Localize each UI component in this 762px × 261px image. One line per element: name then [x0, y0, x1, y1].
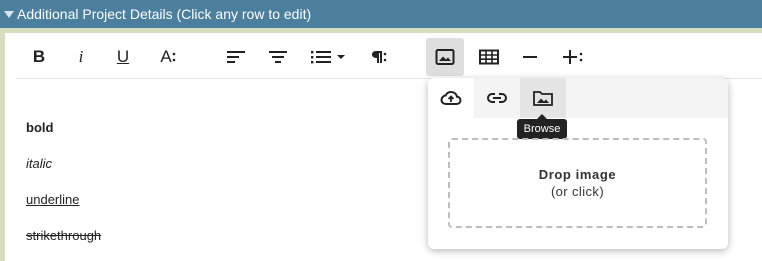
minus-icon [523, 56, 537, 58]
content-line-bold: bold [26, 120, 54, 135]
image-folder-icon [533, 91, 553, 106]
underline-icon: U [116, 47, 130, 66]
align-center-button[interactable] [260, 38, 296, 76]
tooltip-text: Browse [523, 123, 561, 135]
bold-button[interactable]: B [22, 38, 56, 76]
cloud-upload-icon [440, 90, 462, 105]
align-left-button[interactable] [218, 38, 254, 76]
insert-more-button[interactable] [554, 38, 592, 76]
image-dropzone[interactable]: Drop image (or click) [448, 138, 707, 228]
caret-down-icon [337, 55, 345, 59]
link-icon [486, 93, 508, 103]
font-size-button[interactable]: A [150, 38, 186, 76]
panel-header[interactable]: Additional Project Details (Click any ro… [0, 0, 762, 28]
dropdown-dots-icon [172, 52, 175, 62]
insert-image-button[interactable] [426, 38, 464, 76]
dropzone-subtitle: (or click) [550, 184, 605, 199]
dropzone-title: Drop image [538, 167, 617, 182]
font-size-icon: A [160, 47, 172, 66]
plus-icon [563, 50, 583, 64]
insert-table-button[interactable] [472, 38, 506, 76]
table-icon [479, 49, 499, 65]
italic-icon: i [78, 47, 84, 66]
browse-tooltip: Browse [517, 114, 567, 139]
tab-by-url[interactable] [474, 78, 520, 118]
align-left-icon [227, 51, 245, 63]
bold-icon: B [32, 47, 46, 66]
tab-upload[interactable] [428, 78, 474, 118]
tab-browse[interactable] [520, 78, 566, 118]
paragraph-button[interactable] [360, 38, 394, 76]
content-line-italic: italic [26, 156, 53, 171]
content-line-strikethrough: strikethrough [26, 228, 102, 243]
image-source-tabs [428, 78, 728, 118]
unordered-list-icon [311, 51, 331, 64]
content-line-underline: underline [26, 192, 80, 207]
collapse-triangle-icon[interactable] [4, 11, 14, 18]
italic-button[interactable]: i [64, 38, 98, 76]
horizontal-rule-button[interactable] [513, 38, 547, 76]
image-icon [435, 49, 455, 65]
underline-button[interactable]: U [106, 38, 140, 76]
align-center-icon [269, 51, 287, 63]
editor-toolbar: B i U A [16, 38, 762, 79]
paragraph-icon [372, 51, 387, 63]
panel-title: Additional Project Details (Click any ro… [17, 6, 312, 22]
list-button[interactable] [304, 38, 352, 76]
